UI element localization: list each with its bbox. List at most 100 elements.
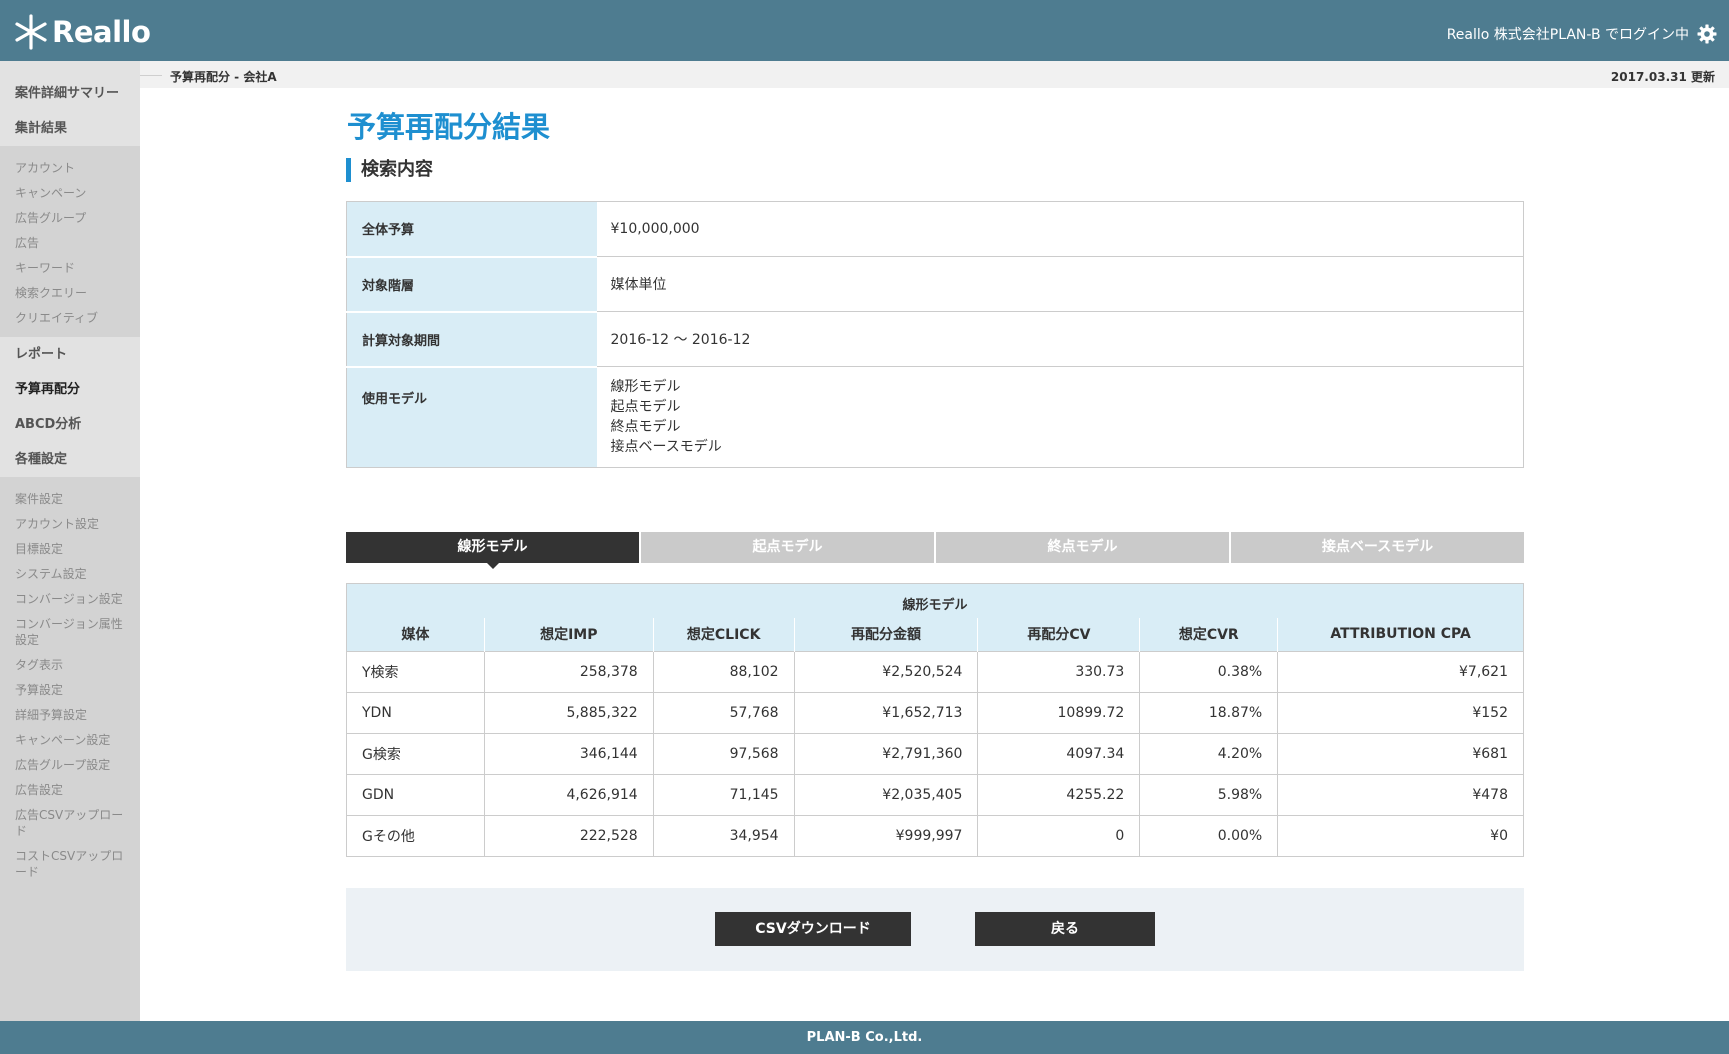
- table-cell: ¥681: [1277, 733, 1524, 775]
- sidebar-item-report[interactable]: レポート: [0, 337, 140, 372]
- info-row-models: 使用モデル 線形モデル 起点モデル 終点モデル 接点ベースモデル: [346, 366, 1524, 468]
- tab-last-touch-model[interactable]: 終点モデル: [936, 532, 1229, 563]
- sidebar-item-conversion-settings[interactable]: コンバージョン設定: [0, 587, 140, 612]
- sidebar-item-ad[interactable]: 広告: [0, 231, 140, 256]
- sidebar-item-account-settings[interactable]: アカウント設定: [0, 512, 140, 537]
- table-cell: Gその他: [346, 815, 485, 857]
- table-cell: ¥0: [1277, 815, 1524, 857]
- table-row: G検索 346,144 97,568 ¥2,791,360 4097.34 4.…: [346, 733, 1524, 775]
- info-label: 使用モデル: [346, 366, 597, 468]
- table-cell: 346,144: [483, 733, 654, 775]
- sidebar-item-detail-budget-settings[interactable]: 詳細予算設定: [0, 703, 140, 728]
- sidebar-item-campaign-settings[interactable]: キャンペーン設定: [0, 728, 140, 753]
- table-cell: G検索: [346, 733, 485, 775]
- table-cell: ¥1,652,713: [793, 692, 978, 734]
- footer: PLAN-B Co.,Ltd.: [0, 1021, 1729, 1054]
- sidebar-item-ad-settings[interactable]: 広告設定: [0, 778, 140, 803]
- table-cell: 4.20%: [1139, 733, 1278, 775]
- logo[interactable]: Reallo: [12, 12, 151, 52]
- sidebar-item-project-settings[interactable]: 案件設定: [0, 487, 140, 512]
- table-caption-row: 線形モデル: [346, 583, 1524, 618]
- sidebar-item-settings[interactable]: 各種設定: [0, 442, 140, 477]
- sidebar-item-adgroup-settings[interactable]: 広告グループ設定: [0, 753, 140, 778]
- table-cell: 258,378: [483, 651, 654, 693]
- table-row: Y検索 258,378 88,102 ¥2,520,524 330.73 0.3…: [346, 651, 1524, 693]
- table-cell: 71,145: [652, 774, 795, 816]
- table-cell: 0.00%: [1139, 815, 1278, 857]
- table-header-row: 媒体 想定IMP 想定CLICK 再配分金額 再配分CV 想定CVR ATTRI…: [346, 617, 1524, 652]
- table-cell: Y検索: [346, 651, 485, 693]
- sidebar-item-abcd[interactable]: ABCD分析: [0, 407, 140, 442]
- tab-first-touch-model[interactable]: 起点モデル: [641, 532, 934, 563]
- search-info-table: 全体予算 ¥10,000,000 対象階層 媒体単位 計算対象期間 2016-1…: [346, 201, 1524, 468]
- sidebar: 案件詳細サマリー 集計結果 アカウント キャンペーン 広告グループ 広告 キーワ…: [0, 61, 140, 1021]
- sidebar-item-system-settings[interactable]: システム設定: [0, 562, 140, 587]
- table-cell: 4255.22: [977, 774, 1140, 816]
- sidebar-middle-group: レポート 予算再配分 ABCD分析 各種設定: [0, 337, 140, 477]
- tab-position-based-model[interactable]: 接点ベースモデル: [1231, 532, 1524, 563]
- table-cell: 88,102: [652, 651, 795, 693]
- sidebar-item-adgroup[interactable]: 広告グループ: [0, 206, 140, 231]
- tab-label: 終点モデル: [1047, 539, 1118, 555]
- table-caption: 線形モデル: [346, 583, 1524, 618]
- table-cell: 330.73: [977, 651, 1140, 693]
- table-cell: ¥2,035,405: [793, 774, 978, 816]
- table-cell: ¥2,520,524: [793, 651, 978, 693]
- sidebar-item-search-query[interactable]: 検索クエリー: [0, 281, 140, 306]
- table-cell: ¥999,997: [793, 815, 978, 857]
- table-cell: 0.38%: [1139, 651, 1278, 693]
- info-row-budget: 全体予算 ¥10,000,000: [346, 201, 1524, 258]
- model-item: 接点ベースモデル: [610, 439, 722, 455]
- page-title: 予算再配分結果: [347, 110, 551, 144]
- sidebar-item-summary[interactable]: 案件詳細サマリー: [0, 76, 140, 111]
- top-header: Reallo Reallo 株式会社PLAN-B でログイン中: [0, 0, 1729, 61]
- table-cell: 4,626,914: [483, 774, 654, 816]
- table-cell: 0: [977, 815, 1140, 857]
- sidebar-item-account[interactable]: アカウント: [0, 156, 140, 181]
- table-cell: 34,954: [652, 815, 795, 857]
- table-cell: 97,568: [652, 733, 795, 775]
- csv-download-button[interactable]: CSVダウンロード: [715, 912, 911, 946]
- table-cell: YDN: [346, 692, 485, 734]
- breadcrumb-divider: [140, 75, 162, 76]
- model-item: 起点モデル: [610, 399, 681, 415]
- info-value-models: 線形モデル 起点モデル 終点モデル 接点ベースモデル: [597, 367, 1524, 468]
- column-header: 再配分CV: [977, 617, 1140, 652]
- login-status: Reallo 株式会社PLAN-B でログイン中: [1447, 24, 1717, 44]
- back-button[interactable]: 戻る: [975, 912, 1155, 946]
- last-updated: 2017.03.31 更新: [1610, 70, 1715, 84]
- table-cell: 18.87%: [1139, 692, 1278, 734]
- gear-icon[interactable]: [1697, 24, 1717, 44]
- section-title: 検索内容: [346, 158, 433, 182]
- table-row: Gその他 222,528 34,954 ¥999,997 0 0.00% ¥0: [346, 815, 1524, 857]
- tab-active-indicator: [486, 563, 499, 569]
- sidebar-item-budget-realloc[interactable]: 予算再配分: [0, 372, 140, 407]
- sidebar-item-cost-csv-upload[interactable]: コストCSVアップロード: [0, 844, 140, 885]
- sidebar-item-keyword[interactable]: キーワード: [0, 256, 140, 281]
- table-row: YDN 5,885,322 57,768 ¥1,652,713 10899.72…: [346, 692, 1524, 734]
- tab-label: 起点モデル: [752, 539, 823, 555]
- info-value: ¥10,000,000: [596, 201, 1524, 257]
- sidebar-top-group: 案件詳細サマリー 集計結果: [0, 61, 140, 146]
- sidebar-item-tag-display[interactable]: タグ表示: [0, 653, 140, 678]
- sidebar-item-ad-csv-upload[interactable]: 広告CSVアップロード: [0, 803, 140, 844]
- info-label: 対象階層: [346, 256, 597, 313]
- sidebar-item-creative[interactable]: クリエイティブ: [0, 306, 140, 331]
- breadcrumb: 予算再配分 - 会社A: [170, 70, 277, 84]
- table-cell: 10899.72: [977, 692, 1140, 734]
- sidebar-item-campaign[interactable]: キャンペーン: [0, 181, 140, 206]
- sidebar-item-conversion-attr-settings[interactable]: コンバージョン属性設定: [0, 612, 140, 653]
- sidebar-item-goal-settings[interactable]: 目標設定: [0, 537, 140, 562]
- breadcrumb-bar: 予算再配分 - 会社A 2017.03.31 更新: [140, 61, 1729, 88]
- table-cell: 4097.34: [977, 733, 1140, 775]
- table-cell: ¥152: [1277, 692, 1524, 734]
- tab-linear-model[interactable]: 線形モデル: [346, 532, 639, 569]
- column-header: 媒体: [346, 617, 485, 652]
- table-cell: 5,885,322: [483, 692, 654, 734]
- table-cell: ¥2,791,360: [793, 733, 978, 775]
- asterisk-logo-icon: [15, 14, 47, 50]
- model-item: 終点モデル: [610, 419, 681, 435]
- sidebar-item-budget-settings[interactable]: 予算設定: [0, 678, 140, 703]
- sidebar-item-results[interactable]: 集計結果: [0, 111, 140, 146]
- model-item: 線形モデル: [610, 379, 681, 395]
